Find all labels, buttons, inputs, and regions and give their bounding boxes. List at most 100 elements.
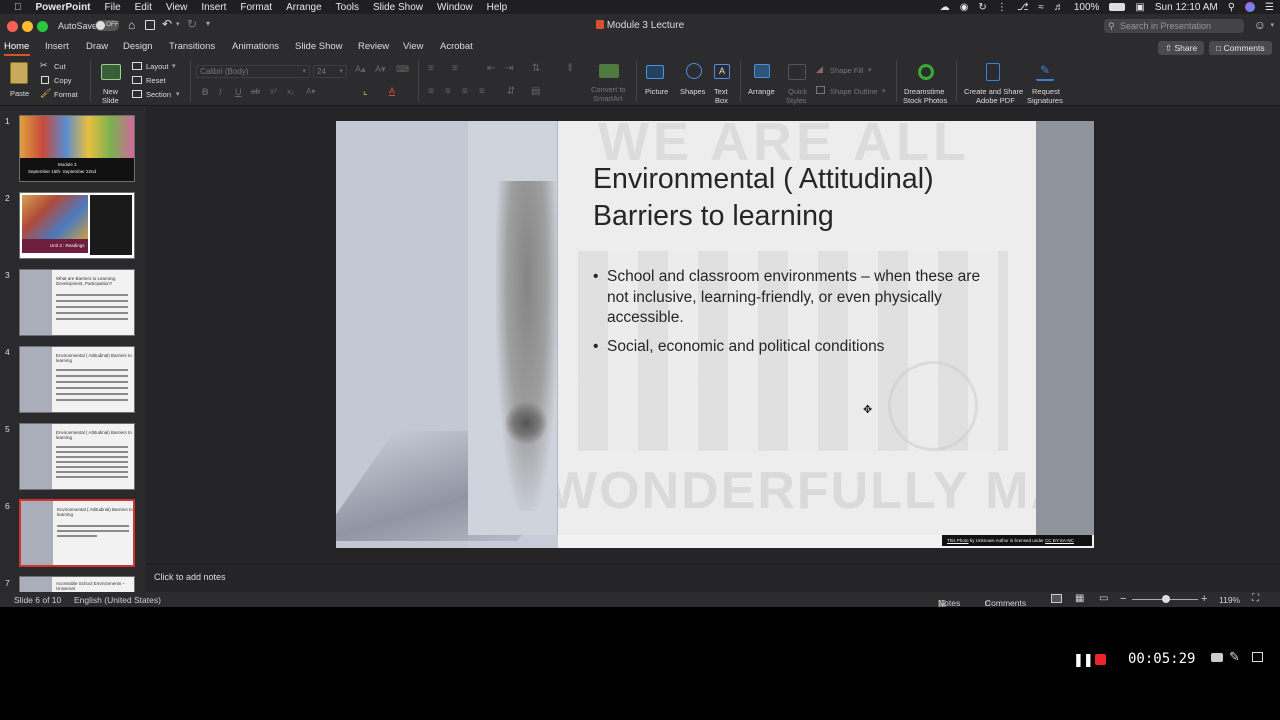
- tab-review[interactable]: Review: [358, 41, 389, 52]
- strikethrough-icon[interactable]: ab: [251, 87, 260, 96]
- decrease-font-icon[interactable]: A▾: [375, 64, 386, 75]
- tab-slide-show[interactable]: Slide Show: [295, 41, 343, 52]
- justify-icon[interactable]: ≡: [479, 86, 485, 97]
- zoom-level[interactable]: 119%: [1219, 595, 1240, 605]
- notes-placeholder[interactable]: Click to add notes: [154, 572, 226, 582]
- slide-thumbnail-2[interactable]: Unit 3 : Readings: [19, 192, 135, 259]
- shapes-button[interactable]: Shapes: [678, 60, 710, 104]
- italic-icon[interactable]: I: [219, 87, 222, 97]
- menu-slide-show[interactable]: Slide Show: [373, 2, 423, 13]
- spotlight-icon[interactable]: ⚲: [1228, 2, 1235, 13]
- text-box-button[interactable]: A Text Box: [712, 60, 734, 105]
- current-slide[interactable]: WE ARE ALL WONDERFULLY MADE Environmenta…: [336, 121, 1094, 548]
- align-right-icon[interactable]: ≡: [462, 86, 468, 97]
- line-spacing-icon[interactable]: ⇅: [532, 63, 540, 74]
- slide-thumbnail-7[interactable]: Accessible School Environments – Univers…: [19, 576, 135, 592]
- columns-icon[interactable]: ‖: [568, 63, 572, 74]
- new-slide-button[interactable]: New Slide: [96, 60, 126, 105]
- slide-title[interactable]: Environmental ( Attitudinal) Barriers to…: [593, 161, 1013, 235]
- display-icon[interactable]: ▣: [1135, 2, 1144, 13]
- menu-app-name[interactable]: PowerPoint: [36, 2, 91, 13]
- bluetooth-icon[interactable]: ⎇: [1017, 2, 1029, 13]
- smiley-feedback-icon[interactable]: ☺: [1254, 18, 1266, 32]
- font-name-select[interactable]: Calibri (Body) ▾: [196, 65, 310, 78]
- menu-format[interactable]: Format: [240, 2, 272, 13]
- decrease-indent-icon[interactable]: ⇤: [487, 63, 495, 74]
- fit-to-window-icon[interactable]: ⛶: [1252, 593, 1259, 604]
- photo-credit-license[interactable]: CC BY-SA-NC: [1045, 538, 1074, 543]
- increase-font-icon[interactable]: A▴: [355, 64, 366, 75]
- cloud-icon[interactable]: ☁: [940, 2, 950, 13]
- superscript-icon[interactable]: x²: [270, 87, 277, 96]
- apple-icon[interactable]: : [14, 2, 22, 13]
- clock[interactable]: Sun 12:10 AM: [1155, 2, 1218, 13]
- request-signatures-button[interactable]: ✎ Request Signatures: [1026, 60, 1066, 105]
- battery-percent[interactable]: 100%: [1074, 2, 1100, 13]
- tab-draw[interactable]: Draw: [86, 41, 108, 52]
- volume-icon[interactable]: ♬: [1054, 2, 1064, 13]
- cut-button[interactable]: ✂ Cut: [40, 60, 80, 72]
- increase-indent-icon[interactable]: ⇥: [505, 63, 513, 74]
- format-painter-button[interactable]: 🖌 Format: [40, 88, 80, 100]
- menu-help[interactable]: Help: [487, 2, 508, 13]
- tab-view[interactable]: View: [403, 41, 423, 52]
- shape-outline-button[interactable]: Shape Outline ▾: [816, 86, 890, 97]
- paste-button[interactable]: Paste: [6, 60, 34, 104]
- comments-button[interactable]: □ Comments: [1209, 41, 1272, 55]
- share-button[interactable]: ⇧ Share: [1158, 41, 1205, 55]
- reading-view-icon[interactable]: ▭: [1099, 593, 1108, 604]
- search-input[interactable]: ⚲ Search in Presentation: [1104, 19, 1244, 33]
- slide-thumbnail-5[interactable]: Environmental ( Attitudinal) Barriers to…: [19, 423, 135, 490]
- zoom-slider-thumb[interactable]: [1162, 595, 1170, 603]
- ellipsis-icon[interactable]: ⋮: [997, 2, 1007, 13]
- slide-sorter-icon[interactable]: ▦: [1075, 593, 1084, 604]
- pause-recording-button[interactable]: ❚❚: [1073, 652, 1094, 668]
- normal-view-icon[interactable]: [1051, 594, 1062, 603]
- tab-acrobat[interactable]: Acrobat: [440, 41, 473, 52]
- bullets-icon[interactable]: ≡: [428, 63, 434, 74]
- convert-smartart-button[interactable]: Convert to SmartArt: [588, 60, 630, 104]
- menu-insert[interactable]: Insert: [201, 2, 226, 13]
- subscript-icon[interactable]: x₂: [287, 87, 294, 96]
- menu-tools[interactable]: Tools: [336, 2, 359, 13]
- tab-animations[interactable]: Animations: [232, 41, 279, 52]
- zoom-out-button[interactable]: −: [1120, 593, 1126, 605]
- history-icon[interactable]: ↻: [978, 2, 986, 13]
- pen-annotation-icon[interactable]: ✎: [1229, 649, 1240, 665]
- font-color-icon[interactable]: A: [389, 86, 395, 96]
- feedback-dropdown-icon[interactable]: ▾: [1270, 21, 1274, 29]
- zoom-in-button[interactable]: +: [1201, 593, 1207, 605]
- tab-insert[interactable]: Insert: [45, 41, 69, 52]
- quick-styles-button[interactable]: Quick Styles: [784, 60, 812, 105]
- window-toggle-icon[interactable]: [1252, 652, 1263, 662]
- tab-design[interactable]: Design: [123, 41, 153, 52]
- stop-recording-button[interactable]: [1095, 654, 1106, 665]
- slide-editor[interactable]: WE ARE ALL WONDERFULLY MADE Environmenta…: [146, 106, 1280, 592]
- dreamstime-button[interactable]: Dreamstime Stock Photos: [900, 60, 952, 105]
- sync-icon[interactable]: ◉: [960, 2, 969, 13]
- siri-icon[interactable]: [1245, 2, 1256, 12]
- battery-icon[interactable]: [1109, 3, 1126, 11]
- arrange-button[interactable]: Arrange: [746, 60, 782, 104]
- slide-thumbnails-panel[interactable]: 1 Module 3 September 16th- September 22n…: [0, 106, 146, 592]
- camera-icon[interactable]: [1211, 653, 1223, 662]
- menu-edit[interactable]: Edit: [135, 2, 152, 13]
- slide-thumbnail-3[interactable]: What are Barriers to Learning, Developme…: [19, 269, 135, 336]
- font-size-select[interactable]: 24 ▾: [313, 65, 347, 78]
- control-center-icon[interactable]: ☰: [1265, 2, 1274, 13]
- slide-body[interactable]: • School and classroom environments – wh…: [593, 267, 1003, 357]
- reset-button[interactable]: Reset: [132, 75, 182, 86]
- align-text-icon[interactable]: ▤: [531, 86, 540, 97]
- create-adobe-pdf-button[interactable]: Create and Share Adobe PDF: [962, 60, 1024, 105]
- wifi-icon[interactable]: ≈: [1038, 2, 1044, 13]
- tab-transitions[interactable]: Transitions: [169, 41, 215, 52]
- zoom-slider[interactable]: [1132, 595, 1198, 603]
- menu-view[interactable]: View: [166, 2, 188, 13]
- text-effects-icon[interactable]: A▾: [306, 87, 315, 96]
- slide-thumbnail-4[interactable]: Environmental ( Attitudinal) Barriers to…: [19, 346, 135, 413]
- slide-thumbnail-1[interactable]: Module 3 September 16th- September 22nd: [19, 115, 135, 182]
- align-center-icon[interactable]: ≡: [445, 86, 451, 97]
- menu-window[interactable]: Window: [437, 2, 473, 13]
- tab-home[interactable]: Home: [4, 41, 29, 52]
- picture-button[interactable]: Picture: [642, 60, 674, 104]
